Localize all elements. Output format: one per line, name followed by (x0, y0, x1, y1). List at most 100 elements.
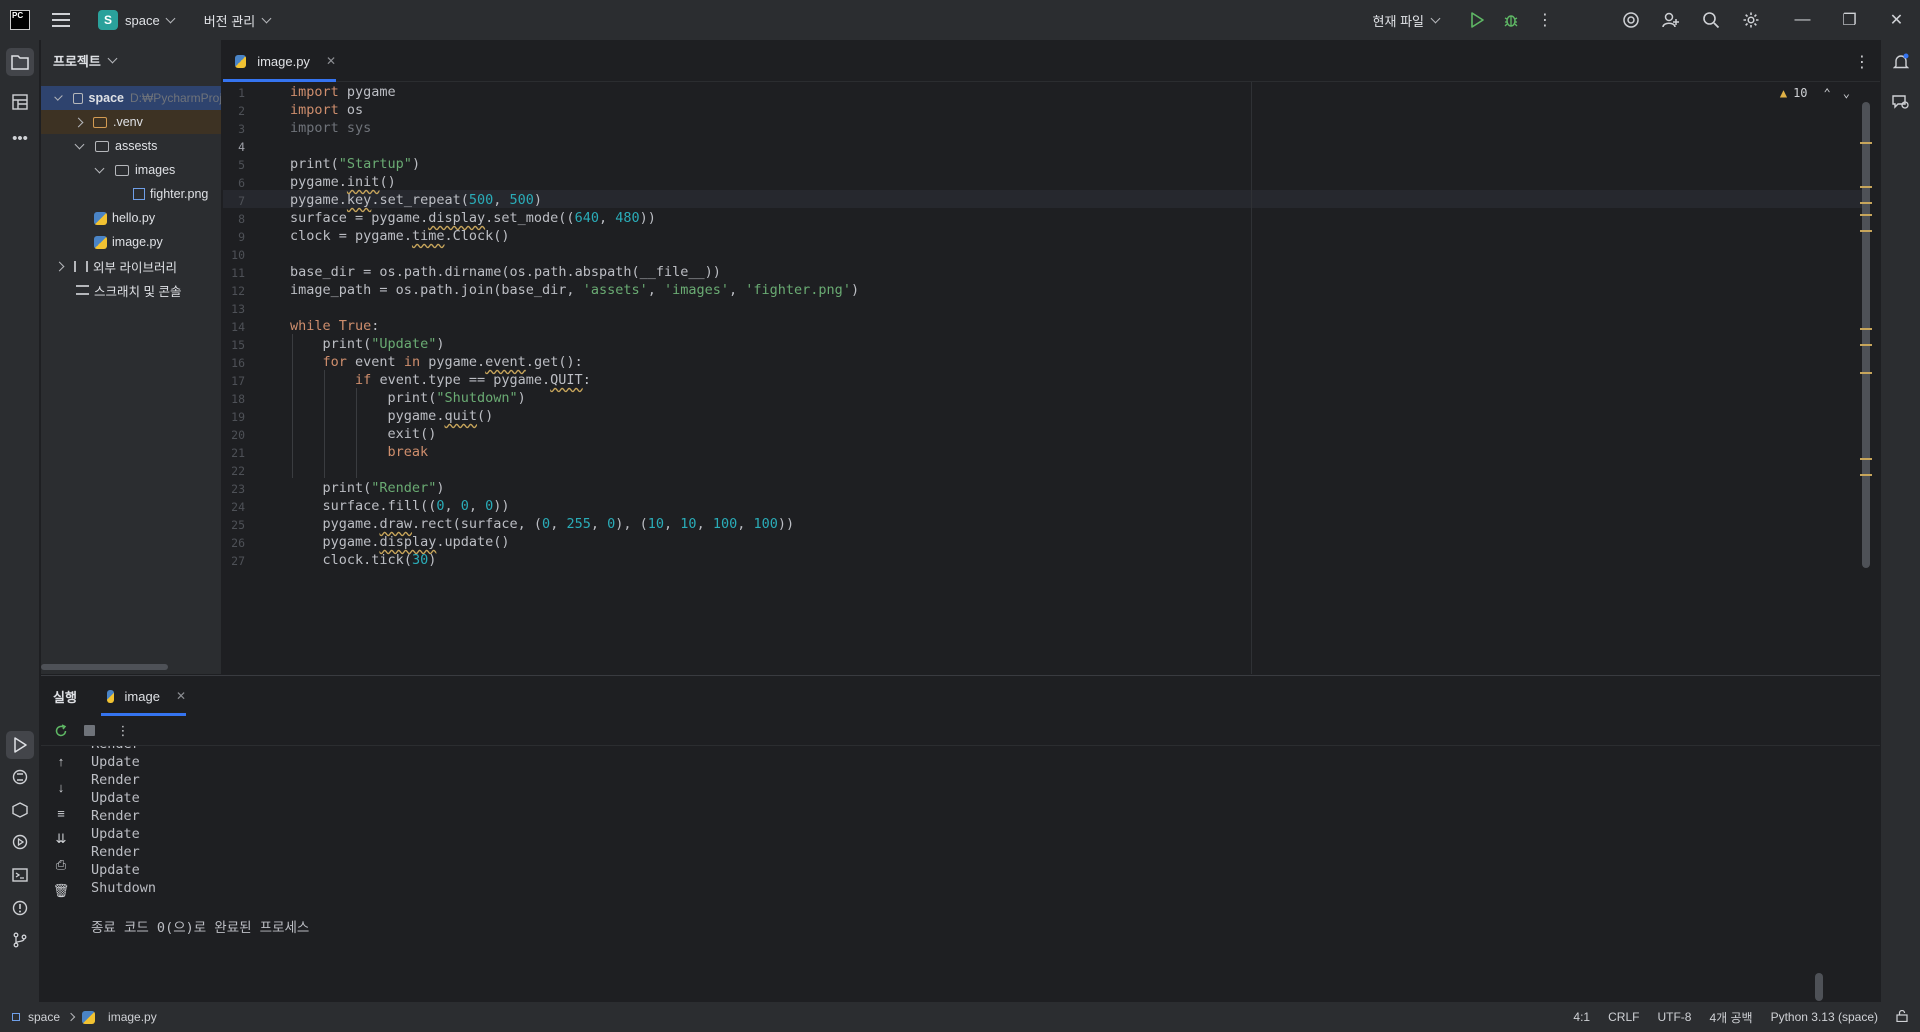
scroll-down-icon[interactable]: ↓ (50, 776, 72, 798)
close-icon[interactable]: ✕ (176, 689, 186, 703)
add-user-icon[interactable] (1651, 0, 1691, 40)
run-config-selector[interactable]: 현재 파일 (1373, 11, 1441, 30)
scroll-to-end-icon[interactable]: ⇊ (50, 828, 72, 850)
line-number: 26 (231, 536, 245, 550)
inspection-widget[interactable]: ▲ 10 ⌃ ⌄ (1780, 86, 1850, 100)
right-margin-guide (1251, 82, 1252, 674)
chevron-down-icon[interactable] (54, 91, 63, 101)
tree-item-image-py[interactable]: image.py (41, 230, 221, 254)
code-line: pygame.quit() (387, 408, 494, 424)
print-icon[interactable]: ⎙ (50, 854, 72, 876)
ai-assistant-icon[interactable] (1611, 0, 1651, 40)
console-line: 종료 코드 0(으)로 완료된 프로세스 (91, 920, 310, 936)
tree-item-fighter-png[interactable]: fighter.png (41, 182, 221, 206)
run-tool-icon[interactable] (6, 731, 34, 759)
tree-item-venv[interactable]: .venv (41, 110, 221, 134)
services-icon[interactable] (6, 828, 34, 856)
notifications-icon[interactable] (1887, 48, 1915, 76)
project-selector[interactable]: S space (98, 10, 176, 30)
tree-item-external-libraries[interactable]: 외부 라이브러리 (41, 254, 221, 278)
console-output[interactable]: Render Update Render Update Render Update Rend… (91, 746, 1831, 1003)
lock-icon[interactable] (1896, 1009, 1908, 1025)
line-number: 6 (238, 176, 245, 190)
line-separator[interactable]: CRLF (1608, 1010, 1639, 1024)
file-encoding[interactable]: UTF-8 (1657, 1010, 1691, 1024)
scroll-up-icon[interactable]: ↑ (50, 750, 72, 772)
gear-icon[interactable] (1731, 0, 1771, 40)
vcs-menu[interactable]: 버전 관리 (204, 11, 272, 30)
chevron-right-icon[interactable] (73, 117, 84, 127)
debug-icon[interactable] (1493, 0, 1529, 40)
editor-tab-image-py[interactable]: image.py ✕ (223, 40, 336, 82)
line-number: 2 (238, 104, 245, 118)
code-line: print("Render") (322, 480, 445, 496)
search-icon[interactable] (1691, 0, 1731, 40)
more-tools-icon[interactable]: ••• (6, 124, 34, 152)
python-packages-icon[interactable] (6, 763, 34, 791)
console-line: Shutdown (91, 880, 157, 896)
stop-icon[interactable] (78, 720, 100, 742)
editor-vertical-scrollbar[interactable] (1862, 102, 1870, 568)
line-number: 14 (231, 320, 245, 334)
chevron-right-icon (66, 1012, 76, 1022)
tree-item-label: images (135, 163, 176, 177)
console-scrollbar[interactable] (1815, 973, 1823, 1001)
code-line: break (387, 444, 429, 460)
trash-icon[interactable]: 🗑 (50, 880, 72, 902)
python-console-icon[interactable] (6, 796, 34, 824)
run-icon[interactable] (1461, 0, 1493, 40)
run-tab-image[interactable]: image ✕ (101, 676, 186, 716)
console-side-toolbar: ↑ ↓ ≡ ⇊ ⎙ 🗑 (41, 746, 81, 1003)
chevron-down-icon[interactable] (94, 163, 105, 173)
tree-item-space[interactable]: space D:₩PycharmProj (41, 86, 221, 110)
breadcrumb-file[interactable]: image.py (108, 1010, 157, 1024)
ai-chat-icon[interactable] (1887, 88, 1915, 116)
warning-marker[interactable] (1860, 202, 1872, 204)
tab-options-icon[interactable]: ⋮ (1854, 52, 1870, 72)
code-line: surface.fill((0, 0, 0)) (322, 498, 510, 514)
warning-marker[interactable] (1860, 474, 1872, 476)
horizontal-scrollbar[interactable] (41, 664, 168, 670)
warning-marker[interactable] (1860, 142, 1872, 144)
warning-marker[interactable] (1860, 372, 1872, 374)
tree-item-assests[interactable]: assests (41, 134, 221, 158)
restore-button[interactable]: ❐ (1826, 0, 1873, 40)
rerun-icon[interactable] (50, 720, 72, 742)
caret-position[interactable]: 4:1 (1573, 1010, 1590, 1024)
warning-marker[interactable] (1860, 214, 1872, 216)
chevron-down-icon[interactable] (74, 139, 85, 149)
terminal-icon[interactable] (6, 861, 34, 889)
code-line: import os (290, 102, 364, 118)
problems-icon[interactable] (6, 894, 34, 922)
warning-marker[interactable] (1860, 458, 1872, 460)
warning-marker[interactable] (1860, 186, 1872, 188)
tree-item-hello-py[interactable]: hello.py (41, 206, 221, 230)
tree-item-images[interactable]: images (41, 158, 221, 182)
git-icon[interactable] (6, 926, 34, 954)
warning-marker[interactable] (1860, 328, 1872, 330)
project-tool-icon[interactable] (6, 48, 34, 76)
warning-icon: ▲ (1779, 86, 1788, 100)
close-window-button[interactable]: ✕ (1873, 0, 1920, 40)
warning-marker[interactable] (1860, 230, 1872, 232)
close-icon[interactable]: ✕ (326, 54, 336, 68)
structure-tool-icon[interactable] (6, 88, 34, 116)
line-number: 21 (231, 446, 245, 460)
soft-wrap-icon[interactable]: ≡ (50, 802, 72, 824)
next-highlight-icon[interactable]: ⌄ (1843, 86, 1850, 100)
run-more-icon[interactable]: ⋮ (112, 720, 134, 742)
project-panel-header[interactable]: 프로젝트 (41, 40, 221, 80)
tree-item-scratches[interactable]: 스크래치 및 콘솔 (41, 278, 221, 302)
line-number: 16 (231, 356, 245, 370)
main-menu-icon[interactable] (52, 13, 70, 27)
warning-marker[interactable] (1860, 344, 1872, 346)
more-actions-icon[interactable]: ⋮ (1529, 0, 1561, 40)
code-editor[interactable]: 1 2 3 4 5 6 7 8 9 10 11 12 13 14 15 16 17 18 19 20 21 22 23 24 2… (223, 82, 1880, 674)
breadcrumb-project[interactable]: space (28, 1010, 60, 1024)
chevron-right-icon[interactable] (54, 261, 65, 271)
python-interpreter[interactable]: Python 3.13 (space) (1771, 1010, 1878, 1024)
minimize-button[interactable]: — (1779, 0, 1826, 40)
indent-setting[interactable]: 4개 공백 (1709, 1009, 1752, 1026)
line-number: 27 (231, 554, 245, 568)
previous-highlight-icon[interactable]: ⌃ (1824, 86, 1831, 100)
